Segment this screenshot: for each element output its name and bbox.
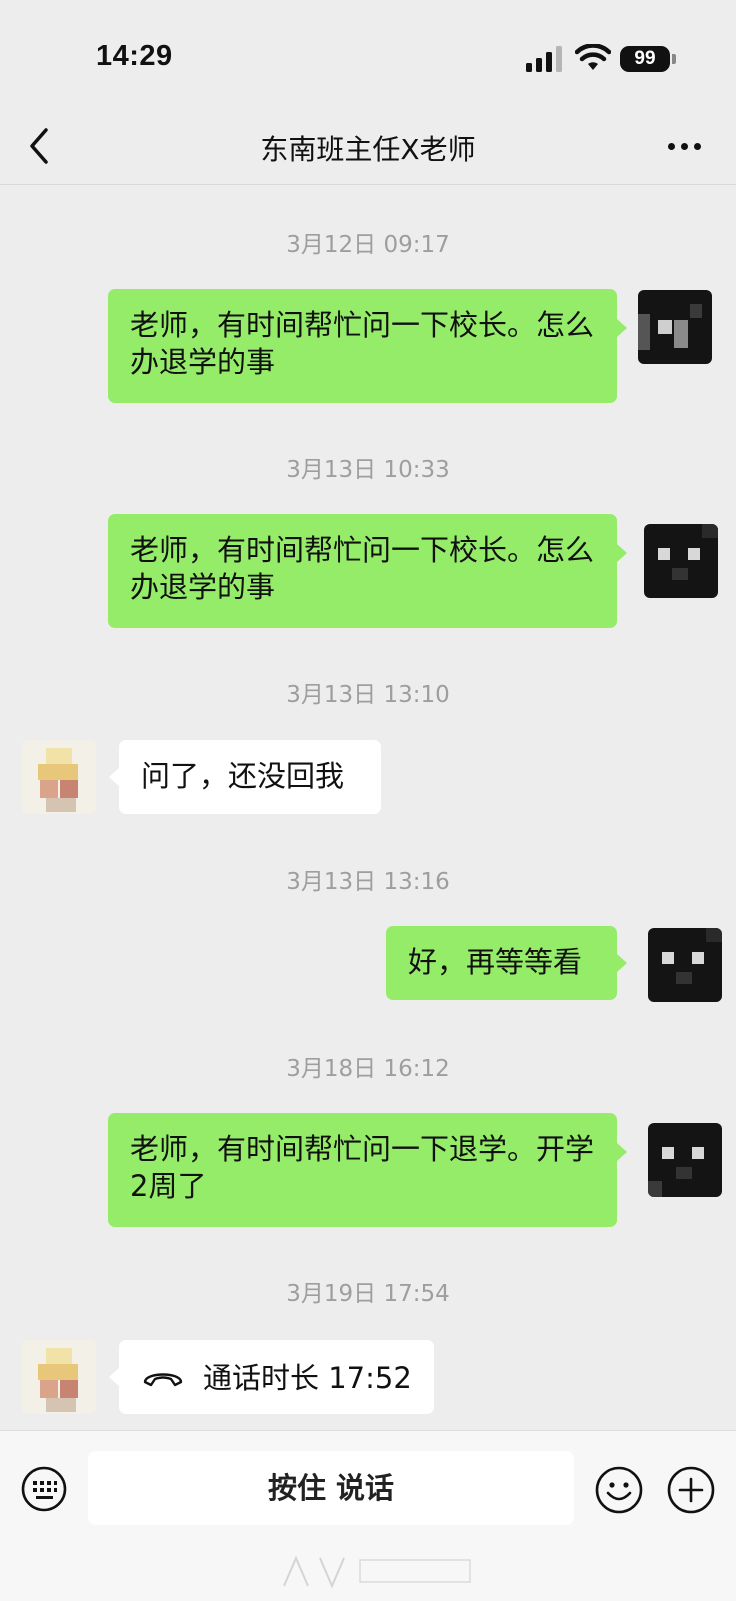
my-avatar[interactable] [648,1123,722,1197]
phone-icon [143,1373,183,1387]
status-time: 14:29 [96,40,173,72]
call-duration-text: 通话时长 17:52 [203,1360,412,1395]
my-avatar[interactable] [644,524,718,598]
call-record-message[interactable]: 通话时长 17:52 [119,1340,434,1414]
bubble-tail [109,1368,119,1386]
timestamp: 3月18日 16:12 [286,1056,450,1082]
signal-icon [526,46,562,72]
watermark-logo [283,1555,471,1589]
bubble-tail [109,768,119,786]
wifi-icon [575,44,611,70]
bubble-tail [617,544,627,562]
battery-tip [672,54,676,64]
my-avatar[interactable] [648,928,722,1002]
chat-header: 东南班主任X老师 [0,110,736,185]
outgoing-message[interactable]: 好，再等等看 [386,926,617,1000]
timestamp: 3月12日 09:17 [286,232,450,258]
bubble-tail [617,954,627,972]
outgoing-message[interactable]: 老师，有时间帮忙问一下校长。怎么办退学的事 [108,514,617,628]
plus-icon[interactable] [666,1465,716,1515]
status-bar: 14:29 99 [0,0,736,110]
timestamp: 3月13日 13:10 [286,682,450,708]
timestamp: 3月13日 13:16 [286,869,450,895]
teacher-avatar[interactable] [22,1340,96,1414]
hold-to-talk-button[interactable]: 按住 说话 [88,1451,574,1525]
outgoing-message[interactable]: 老师，有时间帮忙问一下退学。开学2周了 [108,1113,617,1227]
emoji-icon[interactable] [594,1465,644,1515]
keyboard-icon[interactable] [20,1465,68,1513]
my-avatar[interactable] [638,290,712,364]
back-chevron-icon[interactable] [24,124,54,168]
more-icon[interactable] [664,130,704,162]
bubble-tail [617,319,627,337]
timestamp: 3月13日 10:33 [286,457,450,483]
timestamp: 3月19日 17:54 [286,1281,450,1307]
incoming-message[interactable]: 问了，还没回我 [119,740,381,814]
teacher-avatar[interactable] [22,740,96,814]
chat-title: 东南班主任X老师 [260,133,476,166]
bubble-tail [617,1143,627,1161]
outgoing-message[interactable]: 老师，有时间帮忙问一下校长。怎么办退学的事 [108,289,617,403]
battery-icon: 99 [620,46,670,72]
